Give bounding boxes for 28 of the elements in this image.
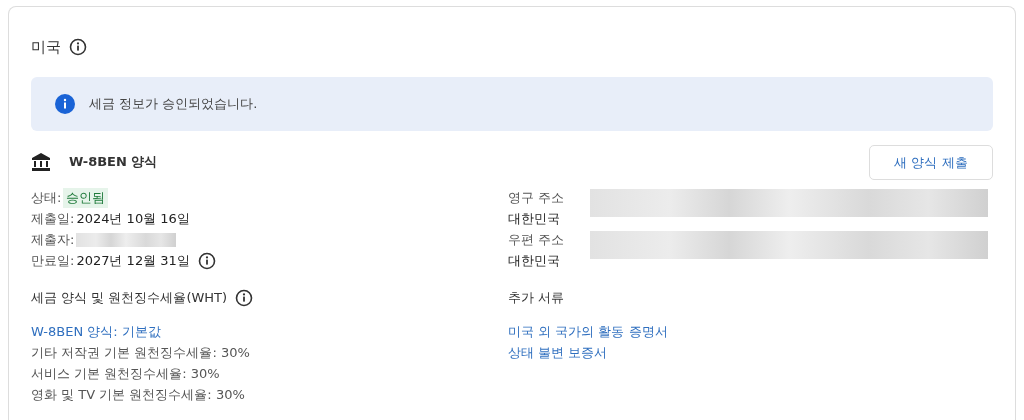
rate-text: 서비스 기본 원천징수세율: 30%	[31, 364, 220, 383]
detail-label: 제출일:	[31, 209, 75, 228]
detail-value: 2027년 12월 31일	[76, 251, 190, 270]
info-icon[interactable]	[197, 251, 216, 270]
submit-form-button[interactable]: 새 양식 제출	[869, 145, 993, 180]
info-icon[interactable]	[69, 38, 87, 56]
section-heading: 추가 서류	[508, 289, 565, 307]
form-link[interactable]: W-8BEN 양식: 기본값	[31, 321, 508, 342]
info-icon	[55, 94, 75, 114]
notice-message: 세금 정보가 승인되었습니다.	[89, 95, 258, 113]
detail-label: 상태:	[31, 188, 62, 207]
document-link[interactable]: 상태 불변 보증서	[508, 342, 993, 363]
country-title: 미국	[31, 37, 61, 57]
status-chip: 승인됨	[63, 187, 109, 208]
address-label: 영구 주소	[508, 188, 565, 207]
rate-text: 영화 및 TV 기본 원천징수세율: 30%	[31, 385, 245, 404]
detail-label: 제출자:	[31, 230, 75, 249]
address-country: 대한민국	[508, 251, 560, 270]
info-icon[interactable]	[235, 289, 254, 307]
address-country: 대한민국	[508, 209, 560, 228]
detail-value: 2024년 10월 16일	[76, 209, 190, 228]
rate-text: 기타 저작권 기본 원천징수세율: 30%	[31, 343, 250, 362]
address-label: 우편 주소	[508, 230, 565, 249]
bank-icon	[31, 152, 51, 172]
form-name: W-8BEN 양식	[69, 153, 158, 171]
section-heading: 세금 양식 및 원천징수세율(WHT)	[31, 289, 228, 307]
document-link[interactable]: 미국 외 국가의 활동 증명서	[508, 321, 993, 342]
detail-label: 만료일:	[31, 251, 75, 270]
